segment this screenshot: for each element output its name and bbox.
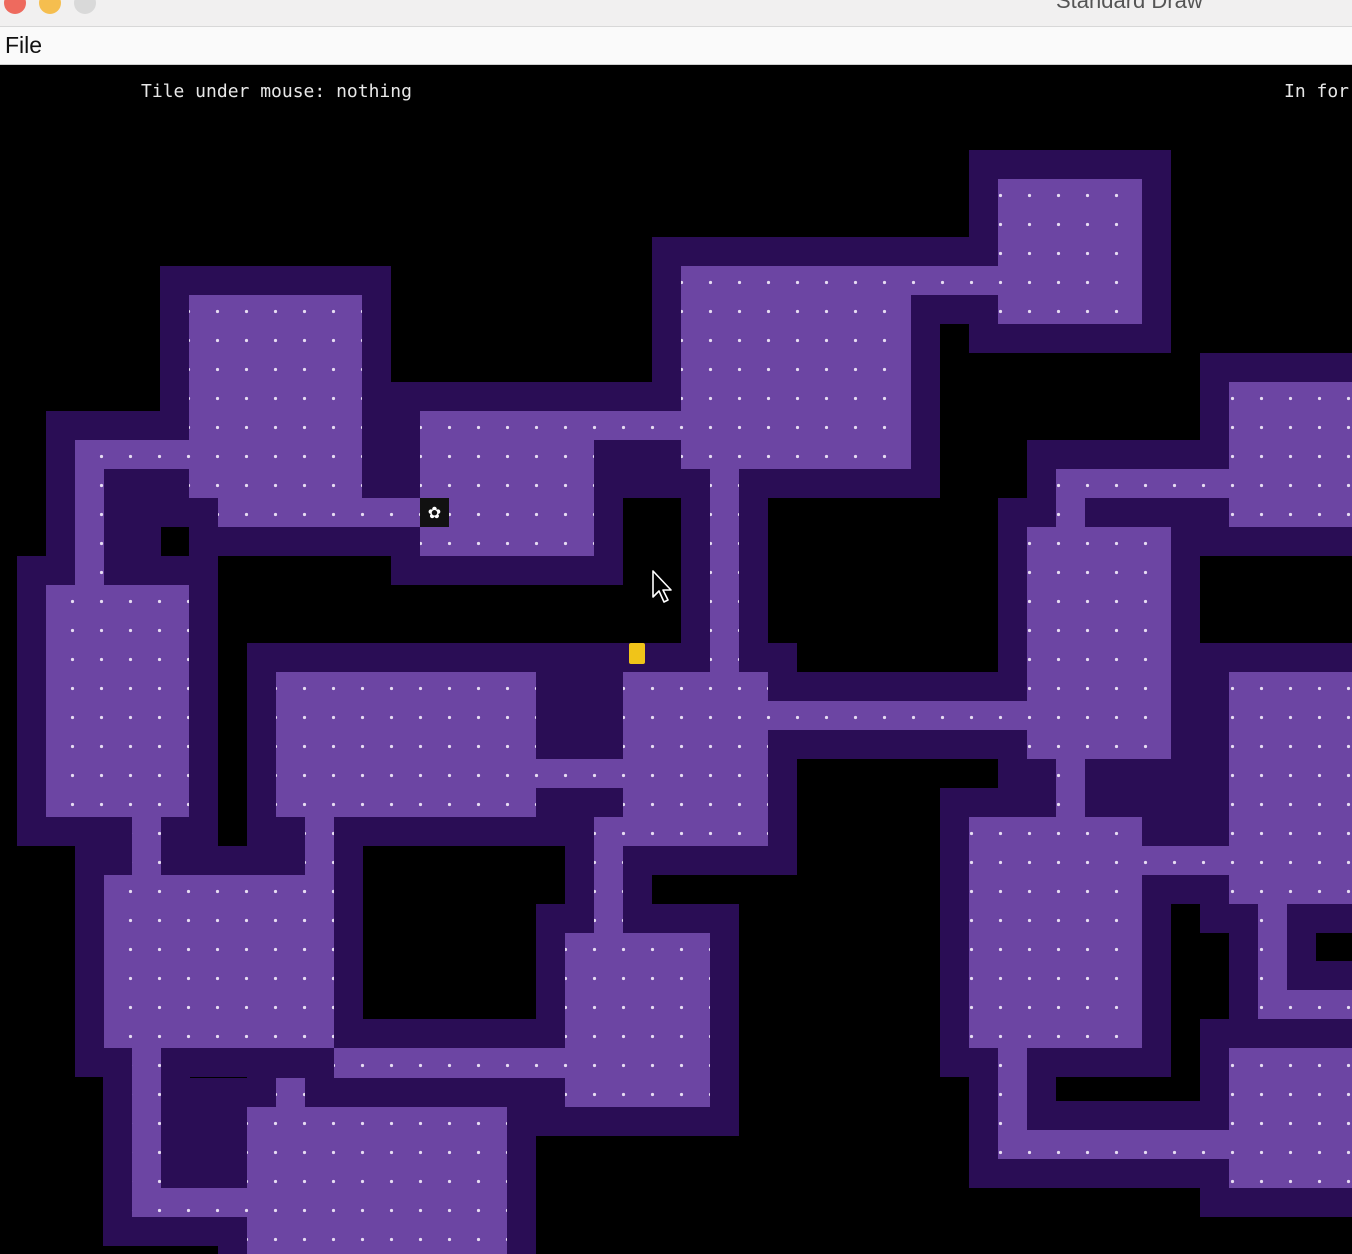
- floor-dot-pattern: [565, 933, 710, 1107]
- zoom-window-button[interactable]: [74, 0, 96, 14]
- floor-dot-pattern: [1287, 990, 1352, 1019]
- menu-bar: File: [0, 27, 1352, 65]
- floor-dot-pattern: [768, 701, 1027, 730]
- floor-dot-pattern: [536, 759, 623, 788]
- flower-tile: ✿: [420, 498, 449, 527]
- floor-dot-pattern: [1258, 904, 1287, 1019]
- floor-dot-pattern: [132, 1048, 161, 1217]
- floor-dot-pattern: [594, 411, 681, 440]
- floor-dot-pattern: [998, 179, 1142, 324]
- mouse-cursor-icon: [652, 570, 672, 603]
- wall-block: [132, 498, 161, 556]
- floor-dot-pattern: [1056, 759, 1085, 817]
- wall-block: [189, 1078, 218, 1159]
- void-tile: [1316, 933, 1352, 961]
- game-canvas[interactable]: ✿ Tile under mouse: nothing In for: [0, 65, 1352, 1254]
- close-window-button[interactable]: [4, 0, 26, 14]
- floor-dot-pattern: [46, 585, 189, 817]
- floor-dot-pattern: [623, 672, 768, 846]
- wall-block: [1171, 788, 1200, 817]
- window-titlebar: Standard Draw: [0, 0, 1352, 27]
- floor-dot-pattern: [75, 469, 104, 585]
- floor-dot-pattern: [1056, 498, 1085, 527]
- floor-dot-pattern: [1056, 469, 1229, 498]
- floor-dot-pattern: [75, 440, 189, 469]
- floor-dot-pattern: [161, 1188, 247, 1217]
- floor-dot-pattern: [247, 1107, 507, 1254]
- floor-dot-pattern: [1027, 527, 1171, 759]
- floor-dot-pattern: [189, 295, 362, 498]
- floor-dot-pattern: [1229, 672, 1352, 904]
- wall-block: [565, 643, 594, 730]
- floor-dot-pattern: [334, 1048, 565, 1078]
- floor-dot-pattern: [1229, 1048, 1352, 1188]
- hud-tile-info: Tile under mouse: nothing: [141, 81, 412, 102]
- floor-dot-pattern: [420, 411, 594, 556]
- floor-dot-pattern: [969, 817, 1142, 1048]
- floor-dot-pattern: [710, 469, 739, 672]
- wall-block: [623, 469, 652, 498]
- tile-world: ✿: [17, 150, 1352, 1254]
- floor-dot-pattern: [1027, 1130, 1229, 1159]
- flower-icon: ✿: [428, 503, 441, 522]
- hud-right-text: In for: [1284, 81, 1350, 102]
- menu-file[interactable]: File: [5, 32, 42, 59]
- floor-dot-pattern: [911, 266, 998, 295]
- avatar-tile: [629, 643, 645, 664]
- floor-dot-pattern: [998, 1048, 1027, 1159]
- minimize-window-button[interactable]: [39, 0, 61, 14]
- floor-dot-pattern: [276, 672, 536, 817]
- floor-dot-pattern: [681, 266, 911, 469]
- floor-dot-pattern: [132, 817, 161, 875]
- floor-dot-pattern: [1229, 382, 1352, 527]
- window-title: Standard Draw: [1056, 0, 1203, 13]
- floor-dot-pattern: [218, 498, 420, 527]
- floor-dot-pattern: [1142, 846, 1229, 875]
- floor-dot-pattern: [276, 1078, 305, 1107]
- floor-dot-pattern: [104, 875, 334, 1048]
- floor-dot-pattern: [594, 817, 623, 933]
